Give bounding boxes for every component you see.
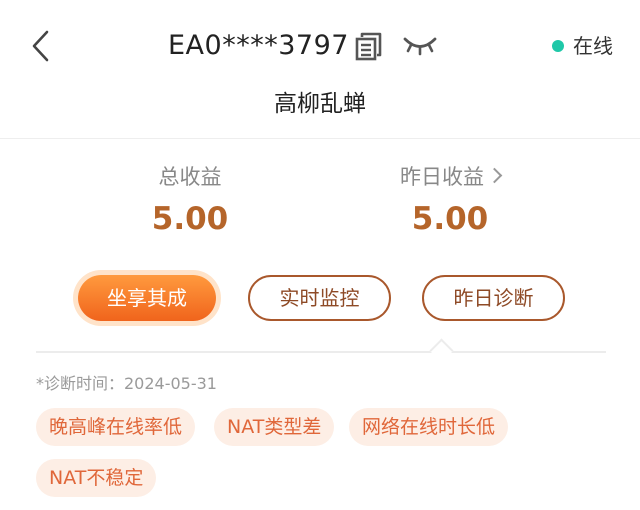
eye-closed-icon[interactable]	[402, 32, 438, 58]
total-earnings-value: 5.00	[151, 201, 229, 237]
diagnosis-tag: 晚高峰在线率低	[36, 408, 196, 446]
chevron-right-icon	[486, 167, 503, 184]
device-name: 高柳乱蝉	[274, 91, 366, 117]
diagnosis-tag: NAT类型差	[214, 408, 335, 446]
header: EA0****3797 在线 高柳乱蝉	[0, 0, 640, 139]
enjoy-button[interactable]: 坐享其成	[78, 275, 216, 321]
main-panel: 总收益 5.00 昨日收益 5.00 坐享其成 实时监控 昨日诊断 *诊断时间：…	[0, 139, 640, 510]
copy-icon[interactable]	[352, 29, 386, 63]
online-status: 在线	[552, 26, 613, 66]
total-earnings-label: 总收益	[158, 165, 222, 189]
title-row: EA0****3797 在线	[0, 26, 640, 66]
diagnosis-tag: 网络在线时长低	[349, 408, 509, 446]
diagnosis-tag: NAT不稳定	[36, 459, 157, 497]
yesterday-earnings-value: 5.00	[411, 201, 489, 237]
yesterday-earnings[interactable]: 昨日收益 5.00	[350, 161, 550, 239]
yesterday-earnings-label-row[interactable]: 昨日收益	[350, 161, 550, 193]
total-earnings: 总收益 5.00	[90, 161, 290, 239]
status-dot-icon	[552, 40, 564, 52]
yesterday-diagnosis-button[interactable]: 昨日诊断	[422, 275, 565, 321]
device-id: EA0****3797	[168, 30, 349, 61]
divider	[36, 351, 606, 353]
realtime-monitor-button[interactable]: 实时监控	[248, 275, 391, 321]
yesterday-earnings-label: 昨日收益	[400, 165, 484, 189]
status-text: 在线	[573, 34, 613, 58]
divider-notch	[429, 338, 454, 363]
diagnosis-time: *诊断时间：2024-05-31	[36, 374, 217, 393]
